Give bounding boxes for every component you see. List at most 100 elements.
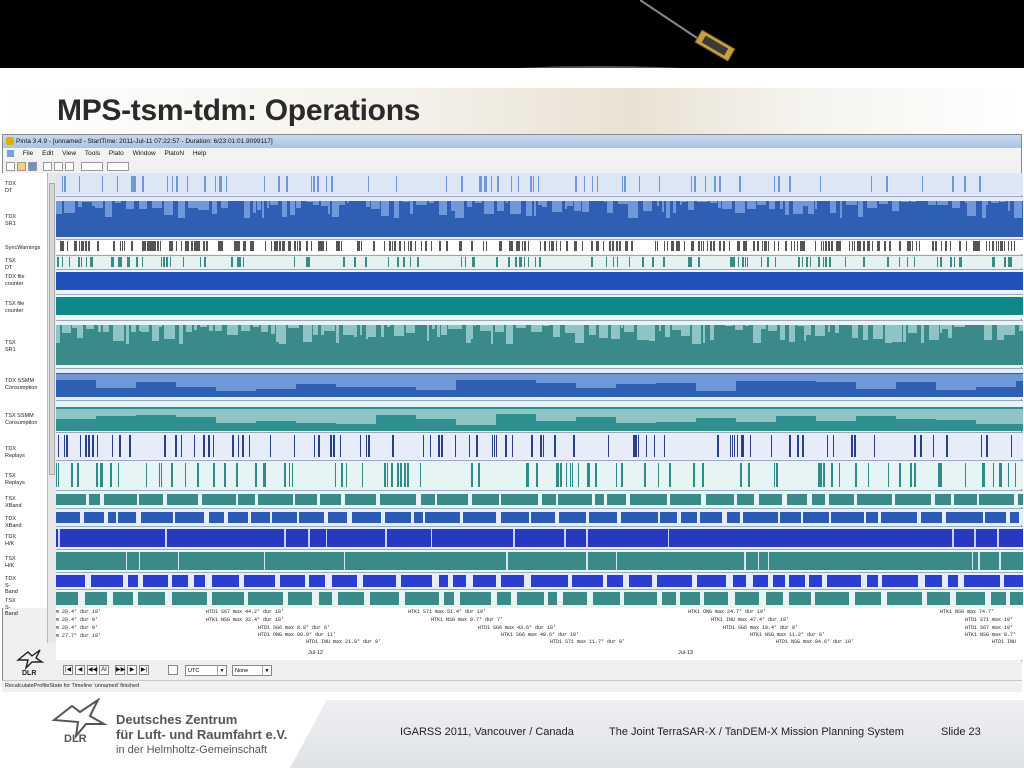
event-marker bbox=[306, 241, 308, 251]
pass-segment bbox=[251, 512, 270, 523]
event-marker bbox=[407, 463, 409, 487]
next-page-button[interactable]: ▶ bbox=[127, 665, 137, 675]
menu-edit[interactable]: Edit bbox=[42, 150, 53, 157]
event-marker bbox=[496, 435, 497, 457]
event-marker bbox=[899, 463, 901, 487]
track-fill bbox=[892, 201, 899, 211]
menu-window[interactable]: Window bbox=[133, 150, 156, 157]
event-marker bbox=[556, 463, 557, 487]
event-marker bbox=[778, 241, 779, 251]
event-marker bbox=[776, 463, 778, 487]
fast-forward-button[interactable]: ▶▶ bbox=[115, 665, 125, 675]
event-marker bbox=[420, 463, 421, 487]
pass-segment bbox=[607, 494, 626, 505]
rewind-button[interactable]: ◀◀ bbox=[87, 665, 97, 675]
pass-segment bbox=[607, 575, 623, 587]
track-fill bbox=[179, 325, 183, 344]
track-fill bbox=[394, 201, 399, 218]
save-icon[interactable] bbox=[28, 162, 37, 171]
pass-annotation: HTK1 NSG max 11.2° dur 8' bbox=[750, 632, 826, 638]
track-fill bbox=[736, 409, 776, 422]
track-separator bbox=[56, 239, 1023, 240]
event-marker bbox=[135, 176, 136, 192]
event-marker bbox=[191, 241, 193, 251]
vertical-scrollbar[interactable] bbox=[47, 173, 56, 643]
track-fill bbox=[451, 201, 455, 211]
event-marker bbox=[361, 241, 362, 251]
event-marker bbox=[964, 176, 966, 192]
event-marker bbox=[341, 241, 342, 251]
event-marker bbox=[513, 529, 515, 547]
menu-tools[interactable]: Tools bbox=[85, 150, 100, 157]
event-marker bbox=[354, 257, 356, 267]
track-fill bbox=[262, 201, 264, 218]
track-fill bbox=[793, 201, 797, 214]
event-marker bbox=[730, 257, 732, 267]
new-file-icon[interactable] bbox=[6, 162, 15, 171]
event-marker bbox=[825, 241, 827, 251]
menu-view[interactable]: View bbox=[62, 150, 76, 157]
undo-icon[interactable] bbox=[81, 162, 103, 171]
pass-segment bbox=[56, 575, 85, 587]
event-marker bbox=[933, 435, 934, 457]
track-fill bbox=[901, 201, 909, 202]
track-fill bbox=[808, 201, 814, 214]
event-marker bbox=[743, 435, 744, 457]
track-fill bbox=[804, 325, 806, 341]
pass-segment bbox=[56, 512, 80, 523]
event-marker bbox=[831, 241, 833, 251]
paste-icon[interactable] bbox=[65, 162, 74, 171]
event-marker bbox=[275, 241, 277, 251]
pass-annotation: HTK1 NSG max 9.7° dur 7' bbox=[431, 617, 504, 623]
event-marker bbox=[719, 176, 721, 192]
event-marker bbox=[236, 241, 238, 251]
timeline-tracks[interactable] bbox=[56, 173, 1023, 608]
scrollbar-thumb[interactable] bbox=[49, 183, 55, 475]
pass-segment bbox=[501, 512, 529, 523]
pass-segment bbox=[258, 494, 293, 505]
track-label: TDX H/K bbox=[5, 534, 16, 547]
event-marker bbox=[667, 241, 668, 251]
filter-select[interactable]: None ▼ bbox=[232, 665, 272, 676]
auto-button[interactable]: AI bbox=[99, 665, 109, 675]
event-marker bbox=[738, 241, 740, 251]
track-fill bbox=[940, 325, 942, 333]
cut-icon[interactable] bbox=[43, 162, 52, 171]
event-marker bbox=[678, 241, 680, 251]
prev-page-button[interactable]: ◀ bbox=[75, 665, 85, 675]
first-page-button[interactable]: |◀ bbox=[63, 665, 73, 675]
event-marker bbox=[472, 257, 474, 267]
event-marker bbox=[887, 257, 889, 267]
menu-help[interactable]: Help bbox=[193, 150, 206, 157]
track-fill bbox=[928, 201, 936, 205]
pass-segment bbox=[855, 592, 881, 605]
track-fill bbox=[722, 201, 732, 209]
menu-platon[interactable]: PlatoN bbox=[165, 150, 185, 157]
event-marker bbox=[243, 257, 244, 267]
event-marker bbox=[265, 241, 266, 251]
menu-plato[interactable]: Plato bbox=[109, 150, 124, 157]
event-marker bbox=[66, 435, 68, 457]
copy-icon[interactable] bbox=[54, 162, 63, 171]
track-fill bbox=[703, 325, 705, 343]
track-fill bbox=[761, 325, 766, 329]
open-folder-icon[interactable] bbox=[17, 162, 26, 171]
print-icon[interactable] bbox=[168, 665, 178, 675]
event-marker bbox=[187, 176, 188, 192]
menu-file[interactable]: File bbox=[23, 150, 33, 157]
event-marker bbox=[88, 435, 89, 457]
pass-segment bbox=[803, 512, 829, 523]
event-marker bbox=[289, 463, 290, 487]
track-fill bbox=[776, 374, 816, 381]
event-marker bbox=[806, 257, 808, 267]
track-fill bbox=[288, 325, 299, 328]
event-marker bbox=[522, 241, 523, 251]
track-separator bbox=[56, 508, 1023, 509]
event-marker bbox=[854, 435, 856, 457]
last-page-button[interactable]: ▶| bbox=[139, 665, 149, 675]
timezone-select[interactable]: UTC ▼ bbox=[185, 665, 227, 676]
event-marker bbox=[868, 463, 869, 487]
track-fill bbox=[78, 201, 82, 207]
redo-icon[interactable] bbox=[107, 162, 129, 171]
event-marker bbox=[616, 552, 617, 570]
